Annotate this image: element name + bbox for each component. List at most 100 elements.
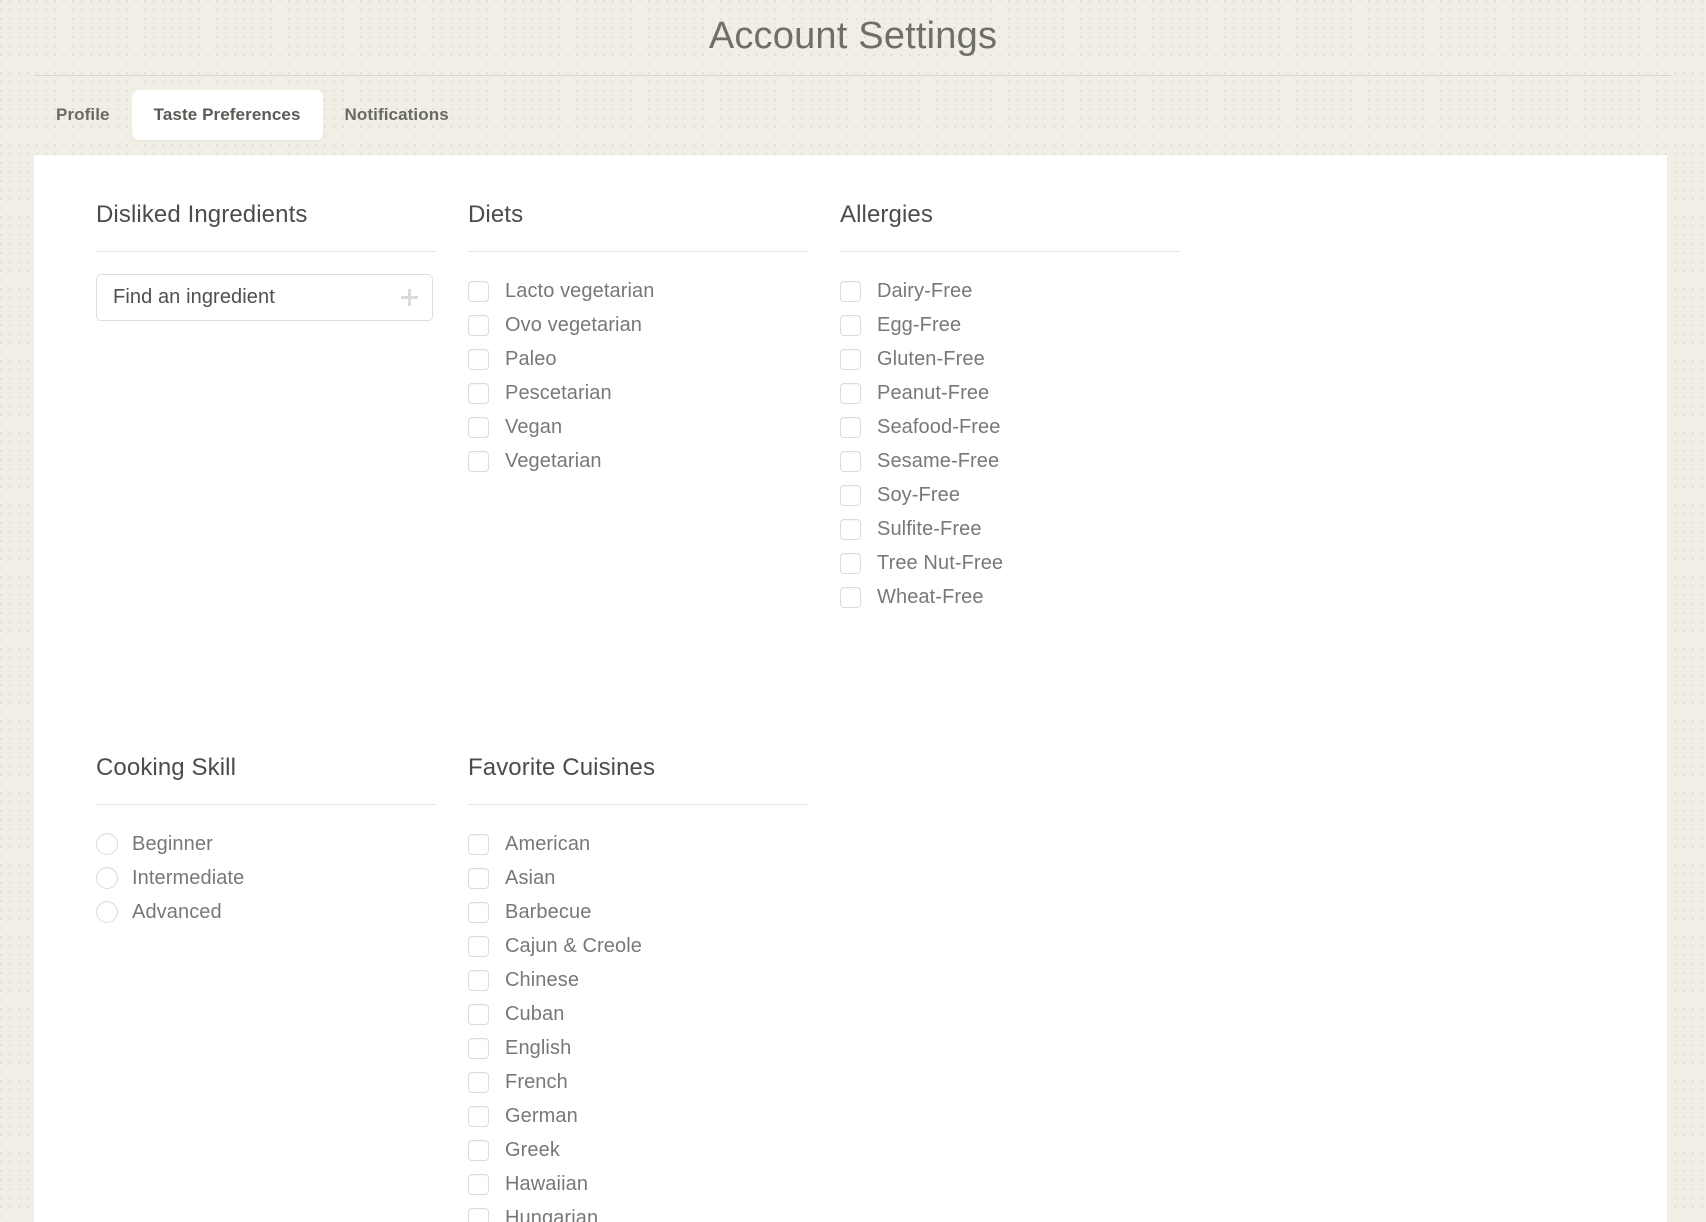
checkbox-icon[interactable] xyxy=(468,383,489,404)
checkbox-icon[interactable] xyxy=(468,936,489,957)
radio-button-icon[interactable] xyxy=(96,867,118,889)
allergy-option-row[interactable]: Sesame-Free xyxy=(840,444,1180,478)
allergy-option-row[interactable]: Wheat-Free xyxy=(840,580,1180,614)
cuisine-option-label: English xyxy=(505,1037,571,1060)
section-title-diets: Diets xyxy=(468,201,808,251)
ingredient-search-field[interactable] xyxy=(96,274,433,321)
checkbox-icon[interactable] xyxy=(840,587,861,608)
diet-option-label: Vegan xyxy=(505,416,562,439)
cuisine-option-label: Barbecue xyxy=(505,901,591,924)
allergies-option-list: Dairy-FreeEgg-Free Gluten-Free Peanut-Free… xyxy=(840,274,1180,614)
cooking-skill-option-row[interactable]: Advanced xyxy=(96,895,436,929)
checkbox-icon[interactable] xyxy=(840,383,861,404)
cuisine-option-label: American xyxy=(505,833,590,856)
allergy-option-row[interactable]: Tree Nut-Free xyxy=(840,546,1180,580)
checkbox-icon[interactable] xyxy=(468,281,489,302)
allergy-option-row[interactable]: Sulfite-Free xyxy=(840,512,1180,546)
allergy-option-row[interactable]: Soy-Free xyxy=(840,478,1180,512)
section-diets: Diets Lacto vegetarian Ovo vegetarianPale… xyxy=(468,201,840,614)
checkbox-icon[interactable] xyxy=(468,970,489,991)
plus-icon[interactable] xyxy=(401,289,418,306)
diet-option-row[interactable]: Vegan xyxy=(468,410,808,444)
diet-option-row[interactable]: Lacto vegetarian xyxy=(468,274,808,308)
row-spacer xyxy=(34,614,1667,754)
allergy-option-label: Soy-Free xyxy=(877,484,960,507)
allergy-option-label: Peanut-Free xyxy=(877,382,989,405)
checkbox-icon[interactable] xyxy=(840,315,861,336)
tab-notifications[interactable]: Notifications xyxy=(323,90,471,140)
allergy-option-label: Sesame-Free xyxy=(877,450,999,473)
diet-option-row[interactable]: Vegetarian xyxy=(468,444,808,478)
allergy-option-label: Sulfite-Free xyxy=(877,518,982,541)
cuisine-option-label: Chinese xyxy=(505,969,579,992)
ingredient-search-input[interactable] xyxy=(113,286,395,309)
allergy-option-row[interactable]: Seafood-Free xyxy=(840,410,1180,444)
section-divider xyxy=(840,251,1180,252)
cooking-skill-option-row[interactable]: Intermediate xyxy=(96,861,436,895)
cuisine-option-row[interactable]: Hawaiian xyxy=(468,1167,808,1201)
tab-taste-preferences[interactable]: Taste Preferences xyxy=(132,90,323,140)
allergy-option-row[interactable]: Egg-Free xyxy=(840,308,1180,342)
section-allergies: Allergies Dairy-FreeEgg-FreeGluten-FreeP… xyxy=(840,201,1212,614)
checkbox-icon[interactable] xyxy=(468,1038,489,1059)
allergy-option-row[interactable]: Dairy-Free xyxy=(840,274,1180,308)
radio-button-icon[interactable] xyxy=(96,901,118,923)
checkbox-icon[interactable] xyxy=(468,1208,489,1222)
checkbox-icon[interactable] xyxy=(468,1106,489,1127)
cuisine-option-row[interactable]: English xyxy=(468,1031,808,1065)
checkbox-icon[interactable] xyxy=(468,349,489,370)
section-title-favorite-cuisines: Favorite Cuisines xyxy=(468,754,808,804)
radio-button-icon[interactable] xyxy=(96,833,118,855)
diet-option-row[interactable]: Paleo xyxy=(468,342,808,376)
diet-option-row[interactable]: Pescetarian xyxy=(468,376,808,410)
allergy-option-row[interactable]: Peanut-Free xyxy=(840,376,1180,410)
checkbox-icon[interactable] xyxy=(840,553,861,574)
cuisine-option-label: Cajun & Creole xyxy=(505,935,642,958)
checkbox-icon[interactable] xyxy=(840,485,861,506)
cuisine-option-label: Greek xyxy=(505,1139,560,1162)
section-cooking-skill: Cooking Skill BeginnerIntermediateAdvanc… xyxy=(96,754,468,1222)
checkbox-icon[interactable] xyxy=(840,451,861,472)
cuisine-option-label: French xyxy=(505,1071,568,1094)
checkbox-icon[interactable] xyxy=(840,519,861,540)
checkbox-icon[interactable] xyxy=(468,1174,489,1195)
checkbox-icon[interactable] xyxy=(840,417,861,438)
checkbox-icon[interactable] xyxy=(468,1072,489,1093)
checkbox-icon[interactable] xyxy=(840,281,861,302)
cuisine-option-row[interactable]: Cajun & Creole xyxy=(468,929,808,963)
page-title: Account Settings xyxy=(709,17,997,59)
checkbox-icon[interactable] xyxy=(840,349,861,370)
cuisine-option-row[interactable]: German xyxy=(468,1099,808,1133)
preferences-row-bottom: Cooking Skill BeginnerIntermediateAdvanc… xyxy=(34,754,1667,1222)
checkbox-icon[interactable] xyxy=(468,1140,489,1161)
checkbox-icon[interactable] xyxy=(468,902,489,923)
checkbox-icon[interactable] xyxy=(468,451,489,472)
cuisine-option-row[interactable]: Hungarian xyxy=(468,1201,808,1222)
cuisine-option-row[interactable]: American xyxy=(468,827,808,861)
cuisine-option-row[interactable]: Barbecue xyxy=(468,895,808,929)
cuisine-option-label: German xyxy=(505,1105,578,1128)
tab-profile[interactable]: Profile xyxy=(34,90,132,140)
cuisine-option-row[interactable]: Asian xyxy=(468,861,808,895)
cuisine-option-row[interactable]: Cuban xyxy=(468,997,808,1031)
section-title-disliked-ingredients: Disliked Ingredients xyxy=(96,201,436,251)
cooking-skill-option-row[interactable]: Beginner xyxy=(96,827,436,861)
allergy-option-label: Tree Nut-Free xyxy=(877,552,1003,575)
checkbox-icon[interactable] xyxy=(468,417,489,438)
content-card: Disliked Ingredients Diets Lacto vegetar… xyxy=(34,155,1667,1222)
cuisine-option-row[interactable]: Greek xyxy=(468,1133,808,1167)
section-title-cooking-skill: Cooking Skill xyxy=(96,754,436,804)
checkbox-icon[interactable] xyxy=(468,868,489,889)
diet-option-row[interactable]: Ovo vegetarian xyxy=(468,308,808,342)
diet-option-label: Lacto vegetarian xyxy=(505,280,654,303)
allergy-option-label: Gluten-Free xyxy=(877,348,985,371)
section-favorite-cuisines: Favorite Cuisines American Asian Barbecue C… xyxy=(468,754,840,1222)
cuisine-option-row[interactable]: Chinese xyxy=(468,963,808,997)
cuisine-option-row[interactable]: French xyxy=(468,1065,808,1099)
checkbox-icon[interactable] xyxy=(468,834,489,855)
allergy-option-row[interactable]: Gluten-Free xyxy=(840,342,1180,376)
preferences-row-top: Disliked Ingredients Diets Lacto vegetar… xyxy=(34,201,1667,614)
cooking-skill-option-list: BeginnerIntermediateAdvanced xyxy=(96,827,436,929)
checkbox-icon[interactable] xyxy=(468,1004,489,1025)
checkbox-icon[interactable] xyxy=(468,315,489,336)
